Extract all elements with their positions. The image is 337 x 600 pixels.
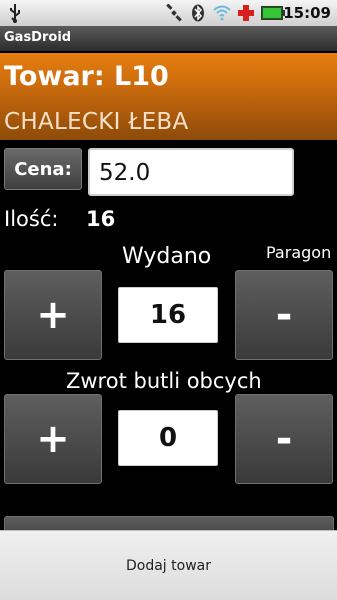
app-title: GasDroid bbox=[4, 30, 72, 45]
customer-name: CHALECKI ŁEBA bbox=[4, 109, 189, 135]
price-button[interactable]: Cena: bbox=[4, 148, 82, 190]
wifi-icon bbox=[213, 4, 231, 22]
return-counter[interactable]: 0 bbox=[118, 410, 218, 466]
battery-icon bbox=[261, 4, 285, 22]
clock: 15:09 bbox=[283, 4, 331, 22]
price-input[interactable]: 52.0 bbox=[88, 148, 294, 196]
issued-minus-button[interactable]: - bbox=[235, 270, 333, 360]
usb-icon bbox=[10, 4, 20, 23]
issued-plus-button[interactable]: + bbox=[4, 270, 102, 360]
health-cross-icon bbox=[237, 4, 255, 22]
return-minus-button[interactable]: - bbox=[235, 394, 333, 484]
product-code: Towar: L10 bbox=[4, 61, 169, 92]
issued-label: Wydano bbox=[122, 244, 212, 269]
quantity-label: Ilość: bbox=[4, 207, 59, 231]
satellite-icon bbox=[165, 4, 183, 22]
app-title-bar: GasDroid bbox=[0, 26, 337, 52]
product-header: Towar: L10 CHALECKI ŁEBA bbox=[0, 53, 337, 140]
add-product-bar[interactable]: Dodaj towar bbox=[0, 530, 337, 600]
quantity-value: 16 bbox=[86, 207, 116, 231]
return-plus-button[interactable]: + bbox=[4, 394, 102, 484]
add-product-label: Dodaj towar bbox=[126, 557, 211, 574]
bluetooth-icon bbox=[189, 4, 207, 22]
foreign-cylinder-return-label: Zwrot butli obcych bbox=[66, 369, 262, 393]
receipt-label: Paragon bbox=[266, 243, 332, 262]
issued-counter[interactable]: 16 bbox=[118, 287, 218, 343]
status-bar: 15:09 bbox=[0, 0, 337, 26]
